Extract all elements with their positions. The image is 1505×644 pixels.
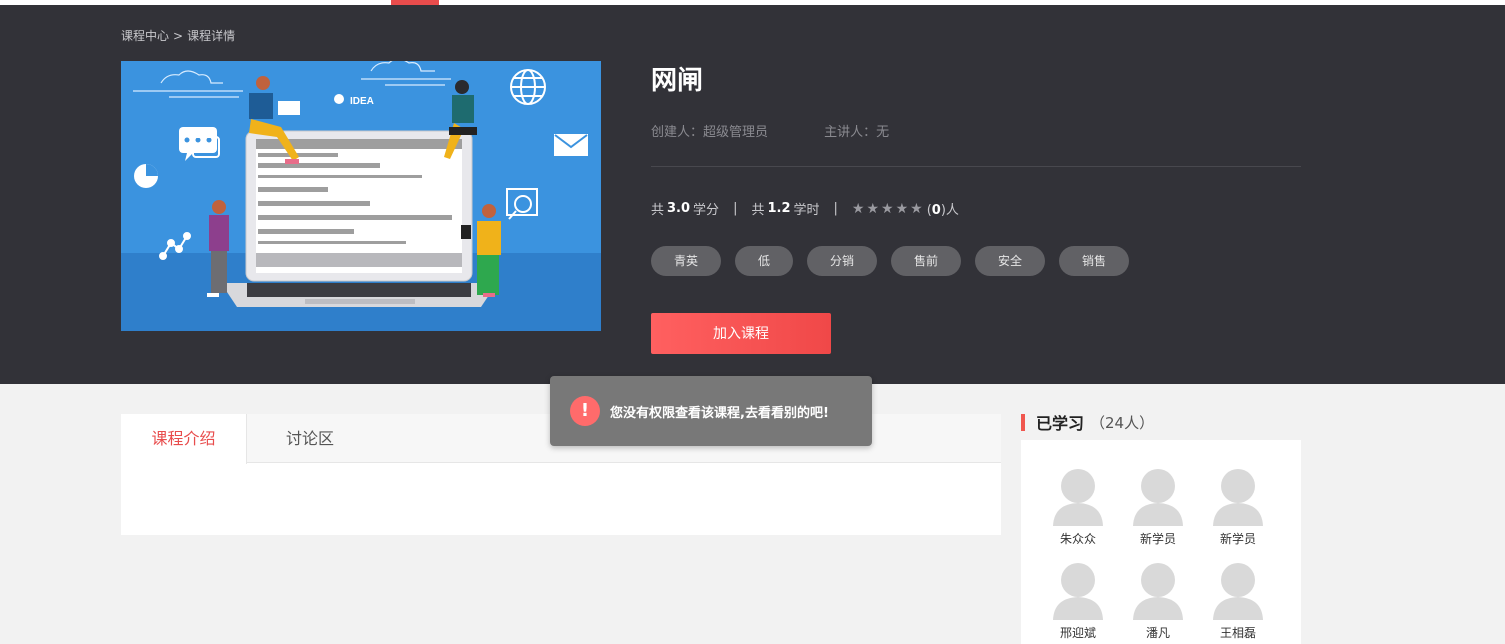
breadcrumb-separator: > (173, 29, 184, 43)
course-tags: 青英低分销 售前 安全 销售 (651, 246, 1301, 276)
course-hero: 课程中心 > 课程详情 IDEA 网闸 创建人：超级管理员 主讲人：无 共 3.… (0, 5, 1505, 384)
course-stats: 共 3.0 学分 | 共 1.2 学时 | ★ ★ ★ ★ ★ (0)人 (651, 199, 1301, 219)
learner-name: 新学员 (1139, 532, 1176, 546)
breadcrumb-current: 课程详情 (187, 29, 236, 43)
course-tag[interactable]: 青英 (651, 246, 721, 276)
course-title: 网闸 (651, 66, 704, 96)
learner-item[interactable]: 王相磊 (1198, 562, 1278, 641)
course-lecturer: 主讲人：无 (824, 125, 890, 140)
credits-value: 3.0 (667, 201, 691, 216)
info-divider (651, 166, 1301, 167)
permission-toast: ! 您没有权限查看该课程,去看看别的吧! (550, 376, 872, 446)
breadcrumb-course-center[interactable]: 课程中心 (121, 29, 169, 43)
star-icon: ★ (866, 200, 880, 217)
learner-name: 潘凡 (1145, 626, 1170, 640)
rating-count: (0)人 (927, 199, 959, 218)
learner-name: 邢迎斌 (1059, 626, 1096, 640)
section-marker (1021, 413, 1025, 431)
course-tag[interactable]: 安全 (975, 246, 1045, 276)
warning-icon: ! (570, 396, 600, 426)
learners-title: 已学习 (1036, 414, 1085, 433)
learner-item[interactable]: 潘凡 (1118, 562, 1198, 641)
learners-panel: 朱众众 新学员 新学员邢迎斌 潘凡 王相磊 (1021, 440, 1301, 644)
course-creator: 创建人：超级管理员 (651, 125, 769, 140)
learner-item[interactable]: 新学员 (1198, 468, 1278, 547)
learner-item[interactable]: 邢迎斌 (1038, 562, 1118, 641)
avatar-icon (1213, 563, 1263, 620)
avatar-icon (1133, 563, 1183, 620)
star-icon: ★ (910, 200, 923, 217)
tab-course-intro[interactable]: 课程介绍 (121, 414, 247, 464)
course-meta: 创建人：超级管理员 主讲人：无 (651, 121, 1301, 140)
credits-prefix: 共 (651, 203, 665, 218)
cover-idea-label: IDEA (350, 96, 374, 107)
toast-message: 您没有权限查看该课程,去看看别的吧! (610, 405, 829, 421)
avatar-icon (1133, 469, 1183, 526)
rating-close: )人 (940, 203, 959, 218)
breadcrumb: 课程中心 > 课程详情 (121, 27, 235, 44)
learner-item[interactable]: 朱众众 (1038, 468, 1118, 547)
rating-stars: ★ ★ ★ ★ ★ (852, 201, 923, 217)
credits-unit: 学分 (693, 203, 720, 218)
learner-name: 王相磊 (1219, 626, 1256, 640)
course-tag[interactable]: 售前 (891, 246, 961, 276)
course-cover-image: IDEA (121, 61, 601, 331)
star-icon: ★ (851, 200, 865, 217)
stats-separator: | (833, 201, 838, 216)
learners-count: （24人） (1090, 413, 1155, 432)
hours-value: 1.2 (767, 201, 791, 216)
hours-unit: 学时 (793, 203, 820, 218)
course-tag[interactable]: 低 (735, 246, 793, 276)
learner-name: 朱众众 (1059, 532, 1096, 546)
learner-item[interactable]: 新学员 (1118, 468, 1198, 547)
course-info: 网闸 创建人：超级管理员 主讲人：无 共 3.0 学分 | 共 1.2 学时 |… (651, 61, 1301, 354)
avatar-icon (1053, 469, 1103, 526)
stats-separator: | (733, 201, 738, 216)
star-icon: ★ (895, 200, 909, 217)
rating-count-value: 0 (931, 203, 941, 218)
hours-prefix: 共 (751, 203, 765, 218)
course-tag[interactable]: 销售 (1059, 246, 1129, 276)
avatar-icon (1053, 563, 1103, 620)
avatar-icon (1213, 469, 1263, 526)
join-course-button[interactable]: 加入课程 (651, 313, 831, 354)
learners-header: 已学习 （24人） (1021, 412, 1155, 433)
star-icon: ★ (881, 200, 894, 217)
tab-discussion[interactable]: 讨论区 (247, 414, 373, 463)
learner-name: 新学员 (1219, 532, 1256, 546)
course-tag[interactable]: 分销 (807, 246, 877, 276)
